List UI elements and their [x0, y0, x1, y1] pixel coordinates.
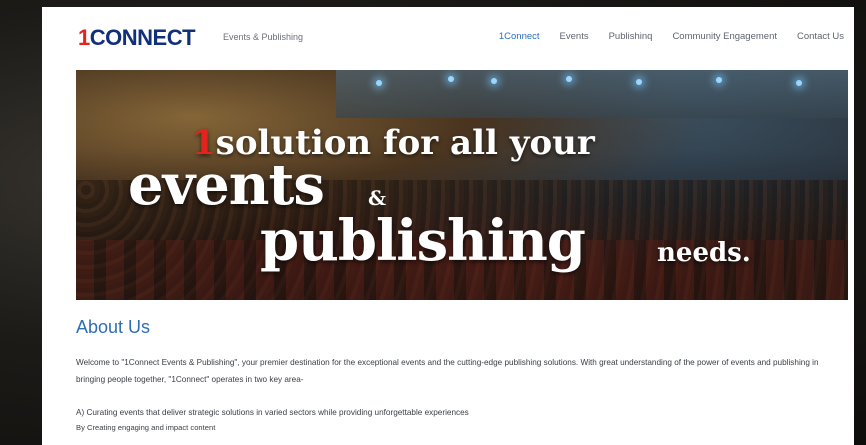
hero-ceiling-decor [336, 70, 848, 118]
site-logo[interactable]: 1CONNECT [78, 25, 196, 50]
nav-link-contact-us[interactable]: Contact Us [797, 31, 844, 42]
hero-banner: 1solution for all your events & publishi… [76, 70, 848, 300]
web-page: 1CONNECT Events & Publishing 1Connect Ev… [42, 7, 854, 445]
about-point-a: A) Curating events that deliver strategi… [76, 408, 469, 417]
hero-headline-needs: needs. [657, 238, 751, 268]
hero-headline-ampersand: & [368, 186, 387, 210]
logo-one: 1 [78, 25, 90, 50]
main-nav: 1Connect Events Publishinq Community Eng… [479, 31, 844, 42]
nav-link-publishing[interactable]: Publishinq [609, 31, 653, 42]
hero-headline-publishing: publishing [260, 208, 586, 274]
site-tagline: Events & Publishing [223, 32, 304, 42]
logo-connect: CONNECT [89, 25, 196, 50]
about-us-paragraph: Welcome to "1Connect Events & Publishing… [76, 358, 819, 384]
nav-link-events[interactable]: Events [560, 31, 589, 42]
about-us-heading: About Us [76, 317, 151, 337]
about-point-b: By Creating engaging and impact content [76, 423, 216, 432]
nav-link-community-engagement[interactable]: Community Engagement [672, 31, 777, 42]
site-header: 1CONNECT Events & Publishing 1Connect Ev… [42, 7, 854, 65]
nav-link-1connect[interactable]: 1Connect [499, 31, 540, 42]
